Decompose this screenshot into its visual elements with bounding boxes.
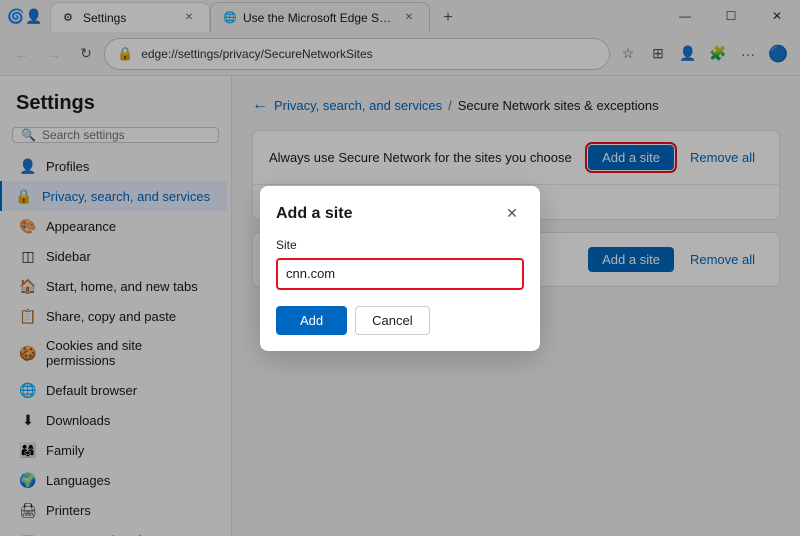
dialog-header: Add a site ✕	[260, 186, 540, 234]
dialog-title: Add a site	[276, 205, 352, 223]
dialog-site-label: Site	[276, 238, 524, 252]
dialog-actions: Add Cancel	[276, 306, 524, 335]
add-site-dialog: Add a site ✕ Site Add Cancel	[260, 186, 540, 351]
dialog-site-input[interactable]	[276, 258, 524, 290]
dialog-close-button[interactable]: ✕	[500, 202, 524, 226]
dialog-add-button[interactable]: Add	[276, 306, 347, 335]
dialog-cancel-button[interactable]: Cancel	[355, 306, 429, 335]
dialog-overlay: Add a site ✕ Site Add Cancel	[0, 0, 800, 536]
dialog-body: Site Add Cancel	[260, 234, 540, 351]
